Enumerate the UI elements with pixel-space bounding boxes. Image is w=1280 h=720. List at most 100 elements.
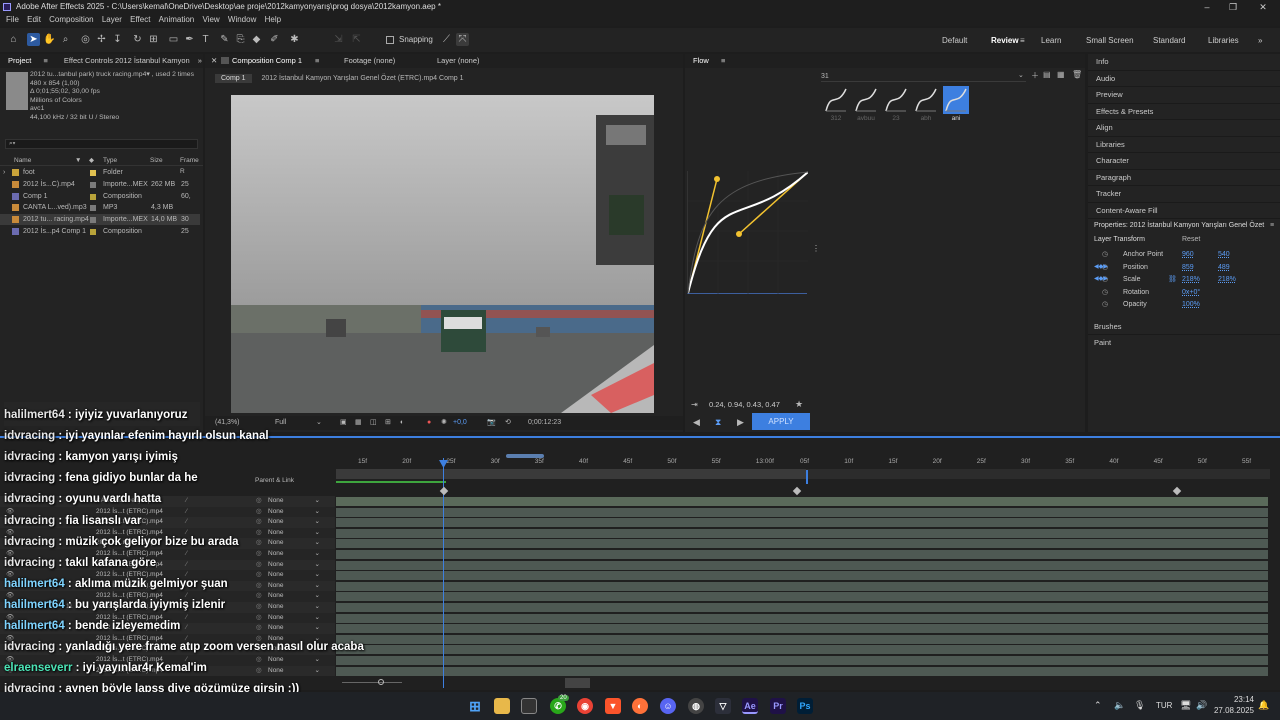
property-value-1[interactable]: 859 xyxy=(1182,262,1194,273)
timeline-zoom-slider[interactable] xyxy=(565,678,590,688)
parent-pickwhip-icon[interactable]: ◎ xyxy=(256,613,262,624)
snap-options-icon[interactable]: ⟋ xyxy=(440,33,453,46)
label-color-swatch[interactable] xyxy=(90,181,96,188)
label-color-swatch[interactable] xyxy=(90,193,96,200)
keyframe-marker[interactable] xyxy=(439,486,449,496)
constrain-proportions-icon[interactable]: ⛓ xyxy=(1168,274,1177,285)
tab-flow[interactable]: Flow xyxy=(693,56,709,65)
project-item[interactable]: CANTA L...ved).mp3 MP3 4,3 MB xyxy=(0,202,200,213)
time-ruler[interactable]: 15f 20f 25f 30f 35f 40f 45f 50f 55f 13:00f 05f 10f 1… xyxy=(336,458,1280,468)
parent-select[interactable]: None ⌄ xyxy=(268,507,320,518)
panel-content-aware-fill[interactable]: Content-Aware Fill xyxy=(1088,203,1280,219)
col-type[interactable]: Type xyxy=(103,155,117,166)
workspace-default[interactable]: Default xyxy=(942,36,967,45)
mask-visibility-icon[interactable]: ◫ xyxy=(370,416,377,430)
tray-overflow-icon[interactable]: ⌃ xyxy=(1094,700,1102,711)
layer-duration-bar[interactable] xyxy=(336,624,1268,634)
parent-select[interactable]: None ⌄ xyxy=(268,528,320,539)
add-preset-icon[interactable]: ＋ xyxy=(1031,70,1039,81)
network-icon[interactable]: 🖥 xyxy=(1180,700,1191,711)
property-value-2[interactable]: 218% xyxy=(1218,274,1236,285)
tab-composition[interactable]: Composition Comp 1 xyxy=(232,54,302,68)
panel-align[interactable]: Align xyxy=(1088,120,1280,137)
task-view-icon[interactable] xyxy=(521,698,537,714)
panel-overflow-icon[interactable]: » xyxy=(198,56,202,65)
parent-select[interactable]: None ⌄ xyxy=(268,602,320,613)
parent-pickwhip-icon[interactable]: ◎ xyxy=(256,666,262,677)
premiere-taskbar-icon[interactable]: Pr xyxy=(770,698,786,714)
layer-switch-icon[interactable]: ⁄ xyxy=(186,507,187,518)
region-of-interest-icon[interactable]: ▣ xyxy=(340,416,347,430)
layer-duration-bar[interactable] xyxy=(336,497,1268,506)
parent-pickwhip-icon[interactable]: ◎ xyxy=(256,507,262,518)
expand-arrow-icon[interactable]: › xyxy=(3,167,5,178)
menu-view[interactable]: View xyxy=(202,15,219,24)
property-value-2[interactable]: 540 xyxy=(1218,249,1230,260)
sort-icon[interactable]: ▼ xyxy=(75,155,81,166)
orbit-tool-icon[interactable]: ◎ xyxy=(79,33,92,46)
layer-duration-bar[interactable] xyxy=(336,528,1268,538)
reset-button[interactable]: Reset xyxy=(1182,236,1200,243)
pen-tool-icon[interactable]: ✒ xyxy=(183,33,196,46)
dolly-tool-icon[interactable]: ↧ xyxy=(111,33,124,46)
color-channel-icon[interactable]: ● xyxy=(427,416,431,430)
parent-pickwhip-icon[interactable]: ◎ xyxy=(256,570,262,581)
parent-select[interactable]: None ⌄ xyxy=(268,591,320,602)
zoom-tool-icon[interactable]: ⌕ xyxy=(59,33,72,46)
layer-duration-bar[interactable] xyxy=(336,592,1268,602)
work-area-range[interactable] xyxy=(336,469,806,479)
puppet-tool-icon[interactable]: ✱ xyxy=(288,33,301,46)
menu-effect[interactable]: Effect xyxy=(130,15,150,24)
vpn-icon[interactable]: ▽ xyxy=(715,698,731,714)
favorite-star-icon[interactable]: ★ xyxy=(795,399,803,410)
layer-switch-icon[interactable]: ⁄ xyxy=(186,517,187,528)
panel-libraries[interactable]: Libraries xyxy=(1088,137,1280,153)
hand-tool-icon[interactable]: ✋ xyxy=(43,33,56,46)
chrome-icon[interactable]: ◉ xyxy=(577,698,593,714)
parent-pickwhip-icon[interactable]: ◎ xyxy=(256,560,262,571)
apply-button[interactable]: APPLY xyxy=(752,413,810,430)
preset-tile[interactable]: avbuu xyxy=(851,86,879,126)
exposure-value[interactable]: +0,0 xyxy=(453,416,467,430)
parent-select[interactable]: None ⌄ xyxy=(268,496,320,507)
grid-guides-icon[interactable]: ⊞ xyxy=(385,416,391,430)
clone-stamp-tool-icon[interactable]: ⎘ xyxy=(234,33,247,46)
layer-duration-bar[interactable] xyxy=(336,560,1268,570)
parent-select[interactable]: None ⌄ xyxy=(268,570,320,581)
notification-bell-icon[interactable]: 🔔 xyxy=(1258,700,1269,711)
workspace-menu-icon[interactable]: ≡ xyxy=(1020,36,1025,45)
work-area-end-marker[interactable] xyxy=(806,470,808,484)
ease-both-icon[interactable]: ⧗ xyxy=(715,417,721,428)
transparency-grid-icon[interactable]: ▦ xyxy=(355,416,362,430)
parent-select[interactable]: None ⌄ xyxy=(268,560,320,571)
parent-select[interactable]: None ⌄ xyxy=(268,517,320,528)
property-value-2[interactable]: 489 xyxy=(1218,262,1230,273)
panel-tracker[interactable]: Tracker xyxy=(1088,186,1280,203)
windows-start-icon[interactable]: ⊞ xyxy=(467,698,483,714)
project-search-input[interactable]: ⌕▾ xyxy=(5,139,198,149)
menu-file[interactable]: File xyxy=(6,15,19,24)
project-item[interactable]: 2012 İs...p4 Comp 1 Composition 25 xyxy=(0,226,200,237)
workspace-small-screen[interactable]: Small Screen xyxy=(1086,36,1134,45)
zoom-control[interactable] xyxy=(342,679,402,685)
panel-character[interactable]: Character xyxy=(1088,153,1280,170)
label-color-swatch[interactable] xyxy=(90,205,96,212)
brush-tool-icon[interactable]: ✎ xyxy=(218,33,231,46)
panel-preview[interactable]: Preview xyxy=(1088,87,1280,104)
tab-project[interactable]: Project xyxy=(8,56,31,65)
maximize-button[interactable]: ❐ xyxy=(1220,0,1246,14)
panel-paint[interactable]: Paint xyxy=(1088,335,1280,351)
project-item[interactable]: Comp 1 Composition 60, xyxy=(0,191,200,202)
video-frame[interactable] xyxy=(231,95,654,413)
parent-pickwhip-icon[interactable]: ◎ xyxy=(256,623,262,634)
workspace-overflow-icon[interactable]: » xyxy=(1258,36,1262,45)
panel-brushes[interactable]: Brushes xyxy=(1088,319,1280,335)
preset-tile[interactable]: ani xyxy=(941,86,969,126)
workspace-standard[interactable]: Standard xyxy=(1153,36,1185,45)
layer-switch-icon[interactable]: ⁄ xyxy=(186,560,187,571)
parent-pickwhip-icon[interactable]: ◎ xyxy=(256,602,262,613)
snapping-checkbox[interactable] xyxy=(386,36,394,44)
layer-duration-bar[interactable] xyxy=(336,581,1268,591)
tab-footage[interactable]: Footage (none) xyxy=(344,54,395,68)
photoshop-taskbar-icon[interactable]: Ps xyxy=(797,698,813,714)
